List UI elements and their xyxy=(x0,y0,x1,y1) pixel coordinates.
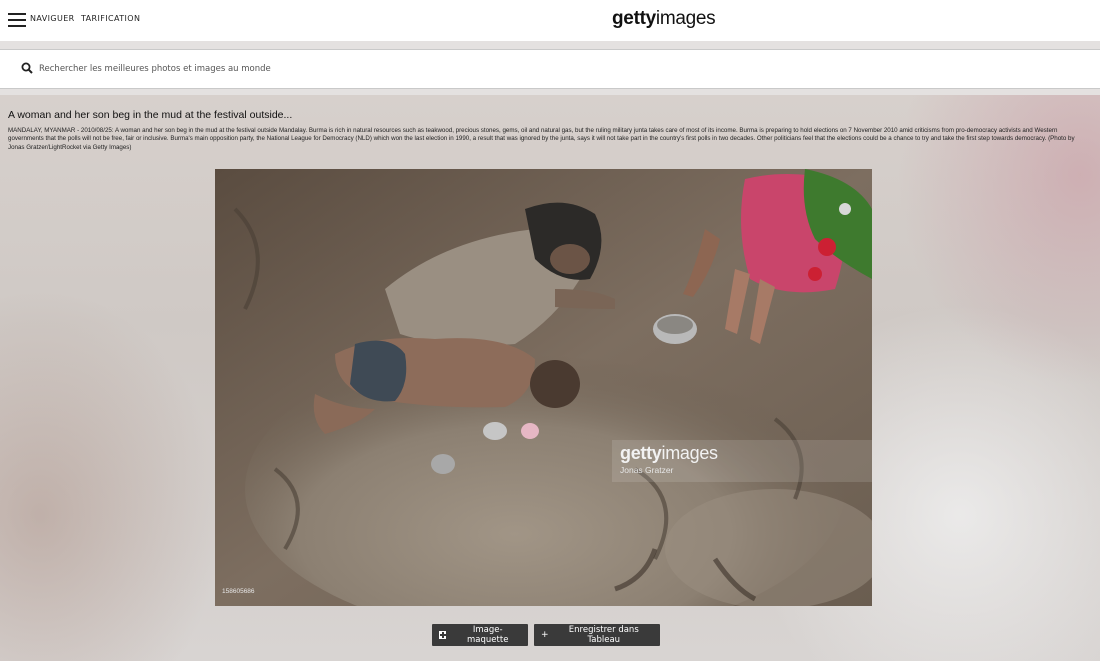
photographer-credit: Jonas Gratzer xyxy=(620,465,674,475)
save-to-board-button[interactable]: + Enregistrer dans Tableau xyxy=(534,624,660,646)
image-mockup-button[interactable]: Image-maquette xyxy=(432,624,528,646)
watermark-bold-text: getty xyxy=(620,443,662,463)
logo-light-text: images xyxy=(655,8,716,29)
search-bar xyxy=(0,49,1100,89)
main-photo[interactable]: gettyimages Jonas Gratzer 158605686 xyxy=(215,169,872,606)
image-title: A woman and her son beg in the mud at th… xyxy=(8,109,293,121)
photo-illustration xyxy=(215,169,872,606)
nav-browse-link[interactable]: NAVIGUER xyxy=(30,14,75,23)
watermark-logo: gettyimages xyxy=(620,443,718,464)
save-to-board-label: Enregistrer dans Tableau xyxy=(568,625,639,645)
nav-pricing-link[interactable]: TARIFICATION xyxy=(81,14,140,23)
image-mockup-label: Image-maquette xyxy=(467,625,509,645)
getty-images-logo[interactable]: gettyimages xyxy=(612,8,716,30)
search-input[interactable] xyxy=(39,60,639,78)
image-detail-section: A woman and her son beg in the mud at th… xyxy=(0,95,1100,661)
top-navigation: NAVIGUER TARIFICATION gettyimages xyxy=(0,0,1100,41)
logo-bold-text: getty xyxy=(612,8,656,29)
watermark-light-text: images xyxy=(661,443,719,463)
search-icon[interactable] xyxy=(21,62,33,74)
getty-watermark: gettyimages Jonas Gratzer xyxy=(612,440,872,482)
mockup-icon xyxy=(439,631,447,639)
image-caption: MANDALAY, MYANMAR - 2010/08/25: A woman … xyxy=(8,127,1075,151)
menu-icon[interactable] xyxy=(8,13,26,27)
plus-icon: + xyxy=(541,630,549,640)
image-id: 158605686 xyxy=(222,588,255,595)
